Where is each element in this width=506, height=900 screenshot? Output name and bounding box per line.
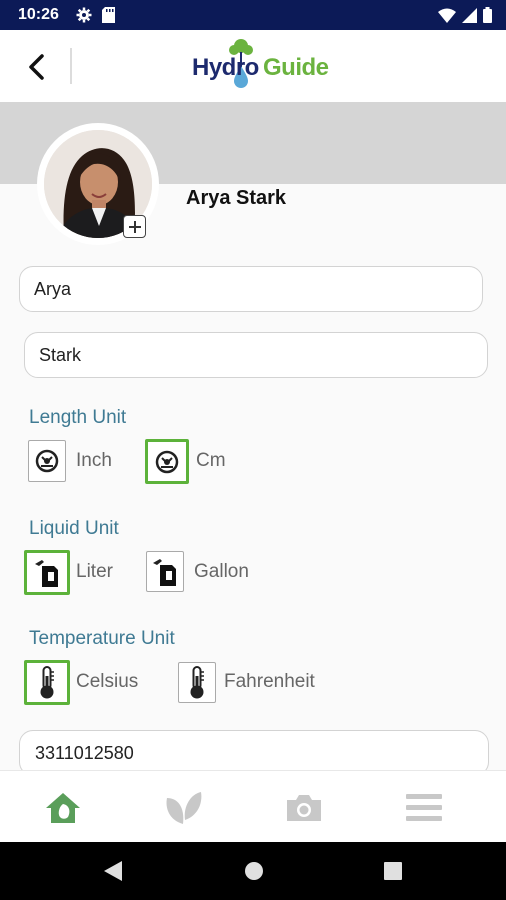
hydroguide-logo: Hydro Guide <box>192 38 352 94</box>
tape-measure-icon <box>35 449 59 473</box>
celsius-option-label[interactable]: Celsius <box>76 671 138 693</box>
first-name-value: Arya <box>34 278 72 299</box>
cm-option-label[interactable]: Cm <box>196 450 226 472</box>
last-name-field[interactable]: Stark <box>24 332 488 378</box>
system-back-button[interactable] <box>102 859 124 888</box>
nav-camera[interactable] <box>284 789 324 827</box>
square-recents-icon <box>384 862 402 880</box>
last-name-value: Stark <box>39 344 82 365</box>
liquid-unit-title: Liquid Unit <box>29 518 119 539</box>
gear-icon <box>76 7 92 28</box>
system-recents-button[interactable] <box>383 861 403 886</box>
logo-hydro-text: Hydro <box>192 54 259 81</box>
battery-icon <box>483 7 492 28</box>
chevron-left-icon <box>29 54 44 80</box>
thermometer-icon <box>190 665 204 698</box>
cm-option-button[interactable] <box>145 439 189 484</box>
leaves-icon <box>166 792 202 824</box>
nav-plants[interactable] <box>163 789 203 827</box>
fahrenheit-option-button[interactable] <box>178 662 216 703</box>
circle-home-icon <box>245 862 263 880</box>
fahrenheit-option-label[interactable]: Fahrenheit <box>224 671 315 693</box>
back-button[interactable] <box>22 52 52 82</box>
length-unit-title: Length Unit <box>29 407 127 428</box>
thermometer-icon <box>40 665 54 698</box>
inch-option-label[interactable]: Inch <box>76 450 112 472</box>
temperature-unit-title: Temperature Unit <box>29 628 175 649</box>
plus-icon <box>128 220 141 233</box>
header-divider <box>70 48 72 84</box>
logo-guide-text: Guide <box>263 54 329 81</box>
celsius-option-button[interactable] <box>24 660 70 705</box>
bottom-nav <box>0 770 506 842</box>
triangle-back-icon <box>104 861 122 881</box>
camera-icon <box>287 795 321 821</box>
nav-home[interactable] <box>43 789 83 827</box>
home-icon <box>46 793 80 823</box>
nav-menu[interactable] <box>404 789 444 827</box>
sd-card-icon <box>102 7 115 28</box>
inch-option-button[interactable] <box>28 440 66 482</box>
phone-value: 3311012580 <box>35 742 134 763</box>
signal-icon <box>462 7 477 28</box>
add-photo-button[interactable] <box>123 215 146 238</box>
status-bar: 10:26 <box>0 0 506 30</box>
first-name-field[interactable]: Arya <box>19 266 483 312</box>
liter-option-label[interactable]: Liter <box>76 561 113 583</box>
app-header: Hydro Guide <box>0 30 506 102</box>
menu-icon <box>406 794 442 821</box>
system-nav-bar <box>0 842 506 900</box>
wifi-icon <box>438 8 456 28</box>
fuel-can-icon <box>35 559 58 587</box>
gallon-option-button[interactable] <box>146 551 184 592</box>
liter-option-button[interactable] <box>24 550 70 595</box>
fuel-can-icon <box>153 558 176 586</box>
profile-name: Arya Stark <box>186 187 287 209</box>
gallon-option-label[interactable]: Gallon <box>194 561 249 583</box>
tape-measure-icon <box>155 450 179 473</box>
system-home-button[interactable] <box>243 860 265 887</box>
status-time: 10:26 <box>18 6 59 23</box>
